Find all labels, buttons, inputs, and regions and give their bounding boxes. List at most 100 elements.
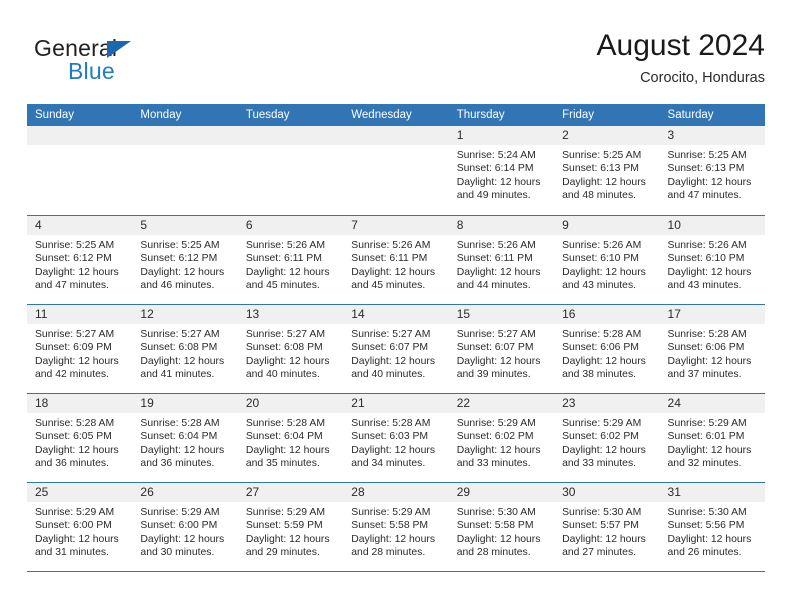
day-number-band: 10 (659, 216, 765, 235)
day-details: Sunrise: 5:30 AM Sunset: 5:56 PM Dayligh… (660, 502, 765, 560)
sunset-line: Sunset: 5:56 PM (667, 520, 745, 532)
day-details: Sunrise: 5:29 AM Sunset: 6:00 PM Dayligh… (27, 502, 132, 560)
day-number: 23 (562, 396, 576, 410)
day-number-band: 7 (343, 216, 449, 235)
day-cell[interactable]: 9 Sunrise: 5:26 AM Sunset: 6:10 PM Dayli… (554, 216, 660, 304)
sunset-line: Sunset: 6:02 PM (562, 431, 639, 443)
sunset-line: Sunset: 6:00 PM (140, 520, 218, 532)
sunrise-line: Sunrise: 5:26 AM (562, 240, 642, 251)
day-number-band: 24 (659, 394, 765, 413)
daylight-line-2: and 49 minutes. (456, 190, 531, 202)
day-cell[interactable]: 17 Sunrise: 5:28 AM Sunset: 6:06 PM Dayl… (659, 305, 765, 393)
day-cell[interactable]: 3 Sunrise: 5:25 AM Sunset: 6:13 PM Dayli… (659, 126, 765, 215)
day-cell[interactable]: 12 Sunrise: 5:27 AM Sunset: 6:08 PM Dayl… (132, 305, 238, 393)
sunset-line: Sunset: 6:10 PM (667, 253, 745, 265)
day-cell[interactable]: 10 Sunrise: 5:26 AM Sunset: 6:10 PM Dayl… (659, 216, 765, 304)
day-details: Sunrise: 5:25 AM Sunset: 6:12 PM Dayligh… (27, 235, 132, 293)
day-cell[interactable] (27, 126, 133, 215)
sunset-line: Sunset: 5:58 PM (456, 520, 534, 532)
day-number: 13 (245, 307, 260, 321)
day-cell[interactable]: 2 Sunrise: 5:25 AM Sunset: 6:13 PM Dayli… (554, 126, 660, 215)
day-cell[interactable]: 20 Sunrise: 5:28 AM Sunset: 6:04 PM Dayl… (237, 394, 344, 482)
day-details (343, 145, 448, 149)
day-cell[interactable]: 1 Sunrise: 5:24 AM Sunset: 6:14 PM Dayli… (448, 126, 555, 215)
sunset-line: Sunset: 6:13 PM (667, 163, 745, 175)
day-cell[interactable]: 6 Sunrise: 5:26 AM Sunset: 6:11 PM Dayli… (237, 216, 344, 304)
day-cell[interactable]: 15 Sunrise: 5:27 AM Sunset: 6:07 PM Dayl… (448, 305, 555, 393)
sunset-line: Sunset: 6:04 PM (140, 431, 218, 443)
daylight-line-1: Daylight: 12 hours (140, 355, 225, 367)
daylight-line-1: Daylight: 12 hours (456, 444, 541, 456)
sunrise-line: Sunrise: 5:29 AM (245, 507, 325, 518)
day-cell[interactable]: 18 Sunrise: 5:28 AM Sunset: 6:05 PM Dayl… (27, 394, 133, 482)
day-cell[interactable] (132, 126, 238, 215)
daylight-line-1: Daylight: 12 hours (562, 533, 646, 545)
day-cell[interactable]: 29 Sunrise: 5:30 AM Sunset: 5:58 PM Dayl… (448, 483, 555, 571)
day-details (27, 145, 132, 149)
day-cell[interactable]: 5 Sunrise: 5:25 AM Sunset: 6:12 PM Dayli… (132, 216, 238, 304)
day-cell[interactable]: 24 Sunrise: 5:29 AM Sunset: 6:01 PM Dayl… (659, 394, 765, 482)
day-cell[interactable]: 26 Sunrise: 5:29 AM Sunset: 6:00 PM Dayl… (132, 483, 238, 571)
day-number-band: 29 (448, 483, 555, 502)
sunset-line: Sunset: 6:09 PM (35, 342, 112, 354)
day-cell[interactable]: 25 Sunrise: 5:29 AM Sunset: 6:00 PM Dayl… (27, 483, 133, 571)
daylight-line-1: Daylight: 12 hours (245, 266, 330, 278)
sunrise-line: Sunrise: 5:26 AM (245, 240, 325, 251)
sunrise-line: Sunrise: 5:29 AM (351, 507, 431, 518)
day-cell[interactable] (237, 126, 344, 215)
daylight-line-2: and 34 minutes. (351, 458, 426, 470)
day-details: Sunrise: 5:29 AM Sunset: 5:58 PM Dayligh… (343, 502, 448, 560)
day-cell[interactable]: 7 Sunrise: 5:26 AM Sunset: 6:11 PM Dayli… (343, 216, 449, 304)
day-cell[interactable]: 23 Sunrise: 5:29 AM Sunset: 6:02 PM Dayl… (554, 394, 660, 482)
day-number-band: 5 (132, 216, 238, 235)
day-details: Sunrise: 5:28 AM Sunset: 6:06 PM Dayligh… (554, 324, 659, 382)
day-cell[interactable]: 30 Sunrise: 5:30 AM Sunset: 5:57 PM Dayl… (554, 483, 660, 571)
day-details: Sunrise: 5:25 AM Sunset: 6:13 PM Dayligh… (660, 145, 765, 203)
day-details: Sunrise: 5:25 AM Sunset: 6:12 PM Dayligh… (132, 235, 237, 293)
day-cell[interactable]: 31 Sunrise: 5:30 AM Sunset: 5:56 PM Dayl… (659, 483, 765, 571)
day-cell[interactable]: 14 Sunrise: 5:27 AM Sunset: 6:07 PM Dayl… (343, 305, 449, 393)
sunrise-line: Sunrise: 5:25 AM (562, 150, 642, 161)
day-number: 25 (35, 485, 49, 499)
daylight-line-1: Daylight: 12 hours (667, 355, 752, 367)
day-number: 4 (35, 218, 42, 232)
daylight-line-2: and 39 minutes. (456, 369, 531, 381)
sunrise-line: Sunrise: 5:26 AM (456, 240, 536, 251)
day-number-band: 23 (554, 394, 660, 413)
daylight-line-2: and 38 minutes. (562, 369, 637, 381)
day-number: 26 (140, 485, 154, 499)
day-cell[interactable]: 4 Sunrise: 5:25 AM Sunset: 6:12 PM Dayli… (27, 216, 133, 304)
sunrise-line: Sunrise: 5:25 AM (140, 240, 220, 251)
day-details: Sunrise: 5:28 AM Sunset: 6:05 PM Dayligh… (27, 413, 132, 471)
general-blue-logo[interactable]: General Blue (34, 35, 284, 95)
sunrise-line: Sunrise: 5:26 AM (351, 240, 431, 251)
day-number-band: 31 (659, 483, 765, 502)
day-cell[interactable]: 8 Sunrise: 5:26 AM Sunset: 6:11 PM Dayli… (448, 216, 555, 304)
day-number: 6 (245, 218, 253, 232)
day-cell[interactable]: 22 Sunrise: 5:29 AM Sunset: 6:02 PM Dayl… (448, 394, 555, 482)
day-cell[interactable]: 13 Sunrise: 5:27 AM Sunset: 6:08 PM Dayl… (237, 305, 344, 393)
sunrise-line: Sunrise: 5:27 AM (351, 329, 431, 340)
day-cell[interactable]: 11 Sunrise: 5:27 AM Sunset: 6:09 PM Dayl… (27, 305, 133, 393)
day-cell[interactable]: 27 Sunrise: 5:29 AM Sunset: 5:59 PM Dayl… (237, 483, 344, 571)
daylight-line-1: Daylight: 12 hours (140, 444, 225, 456)
day-number: 17 (667, 307, 681, 321)
day-cell[interactable]: 28 Sunrise: 5:29 AM Sunset: 5:58 PM Dayl… (343, 483, 449, 571)
day-number: 8 (456, 218, 464, 232)
daylight-line-1: Daylight: 12 hours (35, 266, 119, 278)
day-cell[interactable] (343, 126, 449, 215)
day-number: 24 (667, 396, 681, 410)
sunrise-line: Sunrise: 5:28 AM (245, 418, 325, 429)
week-row: 18 Sunrise: 5:28 AM Sunset: 6:05 PM Dayl… (27, 393, 765, 482)
sunrise-line: Sunrise: 5:27 AM (140, 329, 220, 340)
day-number-band: 18 (27, 394, 133, 413)
day-number: 29 (456, 485, 471, 499)
daylight-line-1: Daylight: 12 hours (456, 266, 541, 278)
sunrise-line: Sunrise: 5:30 AM (562, 507, 642, 518)
day-cell[interactable]: 21 Sunrise: 5:28 AM Sunset: 6:03 PM Dayl… (343, 394, 449, 482)
day-number: 20 (245, 396, 260, 410)
sunrise-line: Sunrise: 5:29 AM (456, 418, 536, 429)
day-cell[interactable]: 16 Sunrise: 5:28 AM Sunset: 6:06 PM Dayl… (554, 305, 660, 393)
sunset-line: Sunset: 6:03 PM (351, 431, 429, 443)
day-cell[interactable]: 19 Sunrise: 5:28 AM Sunset: 6:04 PM Dayl… (132, 394, 238, 482)
